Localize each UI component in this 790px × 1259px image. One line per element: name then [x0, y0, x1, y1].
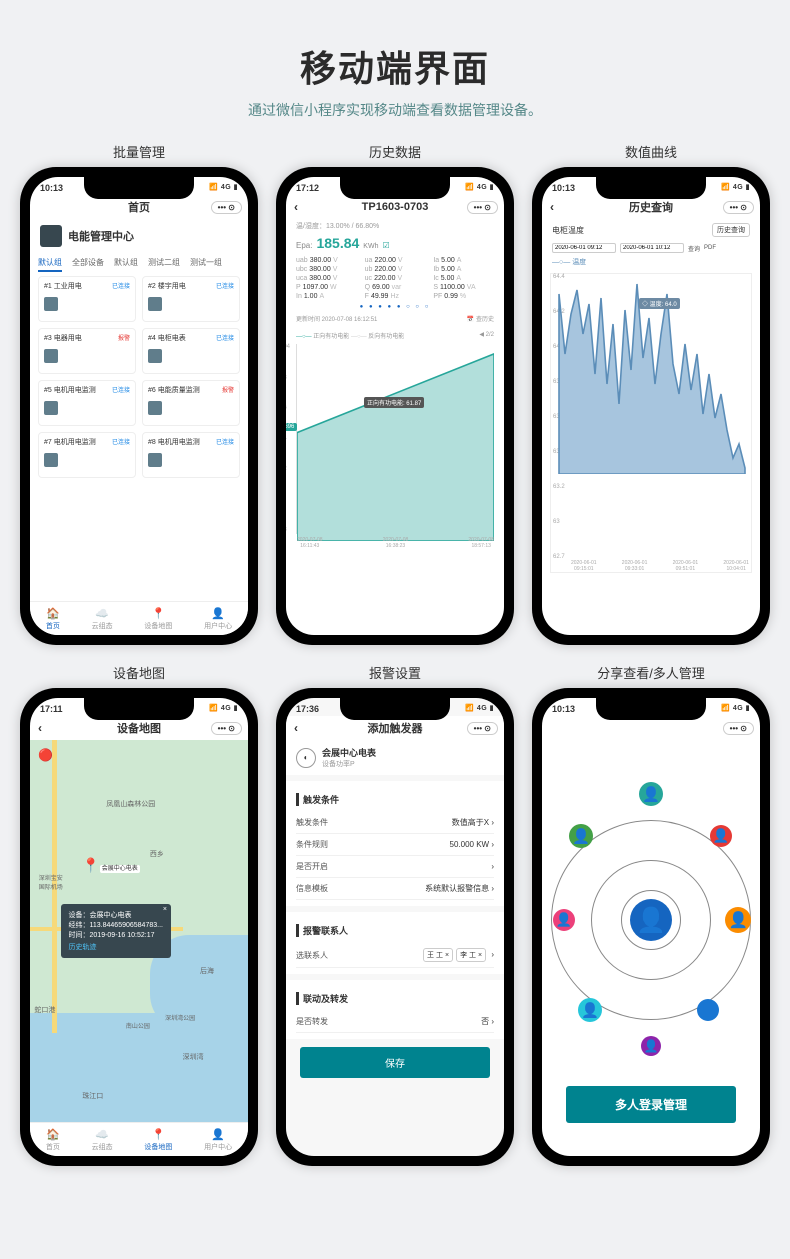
- device-card[interactable]: #4 电柜电表已连接: [142, 328, 240, 374]
- contact-chip[interactable]: 李 工 ×: [456, 948, 486, 962]
- map-marker[interactable]: 📍会展中心电表: [82, 857, 139, 874]
- center-person-icon: 👤: [630, 899, 672, 941]
- sharing-diagram: 👤 👤 👤 👤 👤 👤 👤 👤 👤: [542, 770, 760, 1070]
- nav-item[interactable]: 🏠首页: [46, 1128, 60, 1152]
- cell-label-3: 数值曲线: [625, 142, 677, 161]
- save-button[interactable]: 保存: [300, 1047, 490, 1078]
- app-icon: [40, 225, 62, 247]
- device-card[interactable]: #7 电机用电监测已连接: [38, 432, 136, 478]
- tab[interactable]: 默认组: [114, 257, 138, 272]
- device-card[interactable]: #5 电机用电监测已连接: [38, 380, 136, 426]
- tab[interactable]: 全部设备: [72, 257, 104, 272]
- form-row[interactable]: 是否开启 ›: [296, 856, 494, 878]
- device-card[interactable]: #8 电机用电监测已连接: [142, 432, 240, 478]
- locate-icon[interactable]: 🔴: [38, 748, 53, 762]
- remove-icon: ×: [478, 952, 482, 959]
- person-icon: 👤: [725, 907, 751, 933]
- tabs: 默认组全部设备默认组测试二组测试一组: [30, 253, 248, 276]
- nav-item[interactable]: 👤用户中心: [204, 607, 232, 631]
- form-row[interactable]: 信息模板系统默认报警信息 ›: [296, 878, 494, 900]
- person-icon: 👤: [578, 998, 602, 1022]
- phone-1: 10:13📶 4G ▮ 首页••• ⊙ 电能管理中心 默认组全部设备默认组测试二…: [20, 167, 258, 645]
- nav-item[interactable]: ☁️云组态: [92, 607, 113, 631]
- nav-item[interactable]: ☁️云组态: [92, 1128, 113, 1152]
- person-icon: 👤: [641, 1036, 661, 1056]
- device-card[interactable]: #6 电能质量监测报警: [142, 380, 240, 426]
- person-icon: 👤: [569, 824, 593, 848]
- map-tooltip: × 设备：会展中心电表经纬：113.84465906584783...时间：20…: [61, 904, 171, 958]
- map[interactable]: 🔴 凤凰山森林公园 西乡 深圳宝安 国际机场 后海 深圳湾公园 南山公园 深圳湾…: [30, 740, 248, 1130]
- chart-temp: 64.464.26463.863.663.463.26362.7 ◇ 温度: 6…: [550, 273, 752, 573]
- nav-item[interactable]: 👤用户中心: [204, 1128, 232, 1152]
- pdf-button[interactable]: PDF: [704, 245, 716, 251]
- device-card[interactable]: #1 工业用电已连接: [38, 276, 136, 322]
- person-icon: 👤: [697, 999, 719, 1021]
- from-input[interactable]: [552, 243, 616, 253]
- form-row[interactable]: 条件规则50.000 KW ›: [296, 834, 494, 856]
- contact-chip[interactable]: 王 工 ×: [423, 948, 453, 962]
- tab[interactable]: 测试二组: [148, 257, 180, 272]
- remove-icon: ×: [445, 952, 449, 959]
- nav-item[interactable]: 📍设备地图: [144, 607, 172, 631]
- history-button[interactable]: 📅 查历史: [467, 314, 494, 323]
- chart-epa: 61.9461.861.661.461.26160.8 61.696 正向有功电…: [296, 344, 494, 534]
- device-card[interactable]: #3 电器用电报警: [38, 328, 136, 374]
- form-row[interactable]: 触发条件数值高于X ›: [296, 812, 494, 834]
- compass-icon: ◐: [296, 748, 316, 768]
- page-title: 移动端界面: [20, 40, 770, 92]
- back-icon[interactable]: ‹: [294, 200, 298, 214]
- nav-item[interactable]: 📍设备地图: [144, 1128, 172, 1152]
- miniprogram-menu[interactable]: ••• ⊙: [211, 201, 242, 214]
- history-track-link[interactable]: 历史轨迹: [69, 942, 163, 952]
- tab[interactable]: 默认组: [38, 257, 62, 272]
- cell-label-1: 批量管理: [113, 142, 165, 161]
- multi-login-button[interactable]: 多人登录管理: [566, 1086, 736, 1123]
- page-subtitle: 通过微信小程序实现移动端查看数据管理设备。: [20, 100, 770, 120]
- query-button[interactable]: 查询: [688, 244, 700, 253]
- cell-label-2: 历史数据: [369, 142, 421, 161]
- nav-item[interactable]: 🏠首页: [46, 607, 60, 631]
- person-icon: 👤: [639, 782, 663, 806]
- history-query-button[interactable]: 历史查询: [712, 223, 750, 237]
- device-card[interactable]: #2 楼宇用电已连接: [142, 276, 240, 322]
- close-icon[interactable]: ×: [163, 906, 167, 913]
- person-icon: 👤: [710, 825, 732, 847]
- to-input[interactable]: [620, 243, 684, 253]
- person-icon: 👤: [553, 909, 575, 931]
- tab[interactable]: 测试一组: [190, 257, 222, 272]
